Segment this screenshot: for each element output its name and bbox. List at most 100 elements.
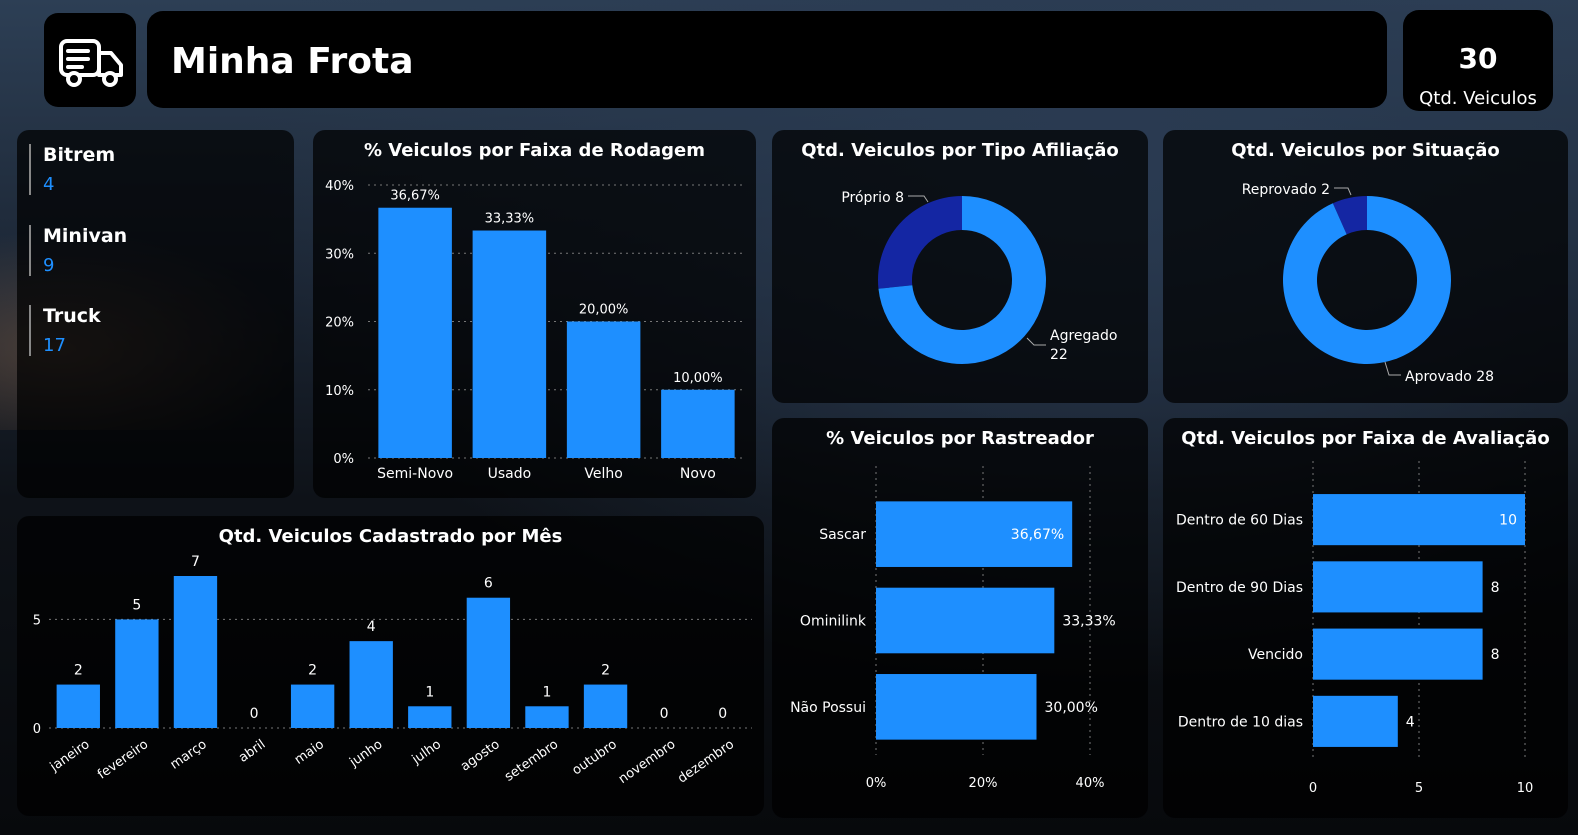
- y-tick-label: Ominilink: [800, 614, 867, 630]
- x-tick-label: abril: [236, 737, 268, 766]
- bar: [466, 597, 511, 728]
- pie-slice: [1283, 196, 1451, 364]
- x-tick-label: setembro: [502, 737, 561, 785]
- data-label: 1: [425, 684, 434, 700]
- bar: [1313, 494, 1525, 546]
- x-tick-label: 0: [1309, 781, 1317, 796]
- pie-slice: [878, 196, 962, 289]
- x-tick-label: fevereiro: [95, 737, 151, 783]
- chart-panel-cadastro-mes: Qtd. Veiculos Cadastrado por Mês 0 5 2 jane…: [17, 516, 764, 816]
- bar: [1313, 695, 1398, 747]
- x-tick-label: Semi-Novo: [377, 466, 453, 482]
- bar: [115, 619, 159, 728]
- chart-faixa-rodagem: 0% 10% 20% 30% 40% 36,67% Semi-Novo 33,33% Usado…: [325, 179, 745, 482]
- y-tick-label: 40%: [325, 179, 354, 194]
- x-tick-label: 5: [1415, 781, 1423, 796]
- y-tick-label: Dentro de 10 dias: [1178, 714, 1303, 730]
- chart-panel-faixa-avaliacao: Qtd. Veiculos por Faixa de Avaliação 051…: [1163, 418, 1568, 818]
- bar: [408, 706, 452, 728]
- kpi-label: Qtd. Veiculos: [1419, 88, 1537, 109]
- vehicle-type-card: Bitrem 4 Minivan 9 Truck 17: [17, 130, 294, 498]
- data-label: 6: [484, 576, 493, 592]
- data-label: 10: [1499, 513, 1517, 529]
- data-label: 4: [1406, 714, 1415, 730]
- vehicle-type-item: Bitrem 4: [29, 144, 115, 195]
- chart-situacao: Reprovado 2 Aprovado 28: [1242, 182, 1494, 385]
- x-tick-label: Novo: [680, 466, 716, 482]
- title-bar: Minha Frota: [147, 11, 1387, 108]
- bar: [56, 684, 100, 728]
- data-label: 4: [367, 619, 376, 635]
- data-label: 2: [601, 663, 610, 679]
- y-tick-label: Sascar: [819, 527, 866, 543]
- y-tick-label: Dentro de 90 Dias: [1176, 580, 1303, 596]
- data-label: 36,67%: [1011, 527, 1064, 543]
- bar: [378, 207, 452, 458]
- data-label: 5: [132, 597, 141, 613]
- data-label: 0: [718, 706, 727, 722]
- x-tick-label: outubro: [570, 737, 620, 778]
- x-tick-label: 0%: [866, 776, 887, 791]
- y-tick-label: 0%: [333, 452, 354, 467]
- leader-line: [1334, 187, 1352, 196]
- leader-line: [908, 195, 929, 203]
- bar: [525, 706, 569, 728]
- chart-rastreador: 0% 20% 40% Sascar 36,67% Ominilink 33,33% Não P…: [790, 466, 1116, 791]
- data-label: 20,00%: [579, 303, 629, 318]
- data-label: 7: [191, 554, 200, 570]
- data-label: 8: [1491, 580, 1500, 596]
- x-tick-label: maio: [292, 737, 327, 768]
- chart-panel-faixa-rodagem: % Veiculos por Faixa de Rodagem 0% 10% 20%…: [313, 130, 756, 498]
- x-tick-label: 40%: [1076, 776, 1105, 791]
- vehicle-type-count: 9: [43, 255, 55, 276]
- vehicle-type-count: 4: [43, 174, 55, 195]
- data-label: 10,00%: [673, 371, 723, 386]
- bar: [472, 230, 547, 458]
- data-label: 36,67%: [390, 189, 440, 204]
- bar: [1313, 561, 1483, 613]
- vehicle-type-item: Minivan 9: [29, 225, 127, 276]
- kpi-value: 30: [1458, 42, 1498, 75]
- data-label: 33,33%: [1062, 614, 1115, 630]
- bar: [566, 321, 641, 458]
- bar: [173, 576, 218, 728]
- page-title: Minha Frota: [171, 41, 414, 82]
- x-tick-label: janeiro: [47, 737, 93, 775]
- vehicle-type-name: Bitrem: [43, 144, 116, 166]
- y-tick-label: 10%: [325, 384, 354, 399]
- x-tick-label: Usado: [488, 466, 532, 482]
- x-tick-label: 20%: [969, 776, 998, 791]
- vehicle-type-name: Truck: [43, 305, 101, 327]
- bar: [349, 641, 393, 728]
- truck-icon: [59, 39, 123, 87]
- chart-cadastro-mes: 0 5 2 janeiro 5 fevereiro 7 março 0 abril 2 maio 4 ju…: [33, 554, 752, 787]
- y-tick-label: 0: [33, 722, 41, 737]
- slice-label: Próprio 8: [841, 190, 904, 206]
- x-tick-label: março: [168, 737, 210, 773]
- chart-panel-situacao: Qtd. Veiculos por Situação Reprovado 2 Ap…: [1163, 130, 1568, 403]
- data-label: 2: [74, 663, 83, 679]
- data-label: 8: [1491, 647, 1500, 663]
- chart-tipo-afiliacao: Próprio 8 Agregado 22: [841, 190, 1117, 364]
- logo-tile: [44, 13, 136, 107]
- bar: [290, 684, 335, 728]
- y-tick-label: 20%: [325, 316, 354, 331]
- data-label: 30,00%: [1045, 700, 1098, 716]
- slice-label: Aprovado 28: [1405, 369, 1494, 385]
- bar: [583, 684, 628, 728]
- bar: [876, 674, 1037, 740]
- kpi-card-total-vehicles: 30 Qtd. Veiculos: [1403, 10, 1553, 111]
- bar: [1313, 628, 1483, 680]
- data-label: 2: [308, 663, 317, 679]
- slice-label: 22: [1050, 347, 1068, 363]
- y-tick-label: Não Possui: [790, 700, 866, 716]
- y-tick-label: 5: [33, 613, 41, 628]
- x-tick-label: julho: [409, 737, 444, 768]
- x-tick-label: novembro: [616, 737, 679, 787]
- vehicle-type-count: 17: [43, 335, 66, 356]
- vehicle-type-item: Truck 17: [29, 305, 101, 356]
- vehicle-type-name: Minivan: [43, 225, 128, 247]
- data-label: 0: [250, 706, 259, 722]
- data-label: 1: [542, 684, 551, 700]
- x-tick-label: 10: [1517, 781, 1534, 796]
